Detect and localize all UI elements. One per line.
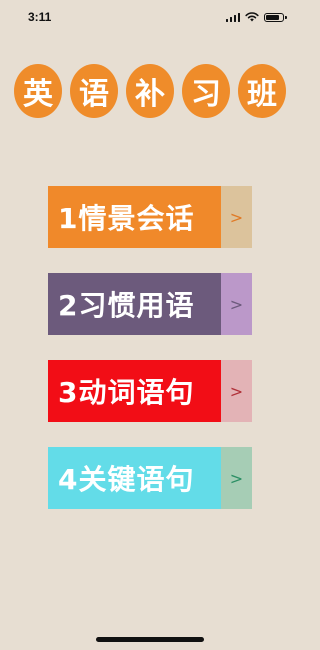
menu-item-3[interactable]: 3动词语句 > bbox=[48, 360, 252, 422]
status-icons bbox=[225, 11, 287, 23]
menu-item-label: 1情景会话 bbox=[48, 186, 221, 248]
title-char-bubble: 班 bbox=[238, 64, 286, 118]
title-char-bubble: 习 bbox=[182, 64, 230, 118]
battery-fill bbox=[266, 14, 279, 20]
title-char-bubble: 语 bbox=[70, 64, 118, 118]
home-indicator bbox=[96, 637, 204, 642]
menu-item-4[interactable]: 4关键语句 > bbox=[48, 447, 252, 509]
menu-item-label: 2习惯用语 bbox=[48, 273, 221, 335]
battery-icon bbox=[264, 12, 287, 22]
app-title: 英语补习班 bbox=[0, 64, 300, 118]
chevron-right-icon[interactable]: > bbox=[221, 186, 252, 248]
status-time: 3:11 bbox=[28, 10, 52, 24]
menu-item-1[interactable]: 1情景会话 > bbox=[48, 186, 252, 248]
chevron-right-icon[interactable]: > bbox=[221, 360, 252, 422]
menu-item-2[interactable]: 2习惯用语 > bbox=[48, 273, 252, 335]
wifi-icon bbox=[245, 12, 259, 22]
title-char-bubble: 补 bbox=[126, 64, 174, 118]
signal-icon bbox=[225, 12, 240, 22]
chevron-right-icon[interactable]: > bbox=[221, 273, 252, 335]
menu-item-label: 3动词语句 bbox=[48, 360, 221, 422]
chevron-right-icon[interactable]: > bbox=[221, 447, 252, 509]
title-char-bubble: 英 bbox=[14, 64, 62, 118]
menu-item-label: 4关键语句 bbox=[48, 447, 221, 509]
status-bar: 3:11 bbox=[0, 0, 300, 34]
